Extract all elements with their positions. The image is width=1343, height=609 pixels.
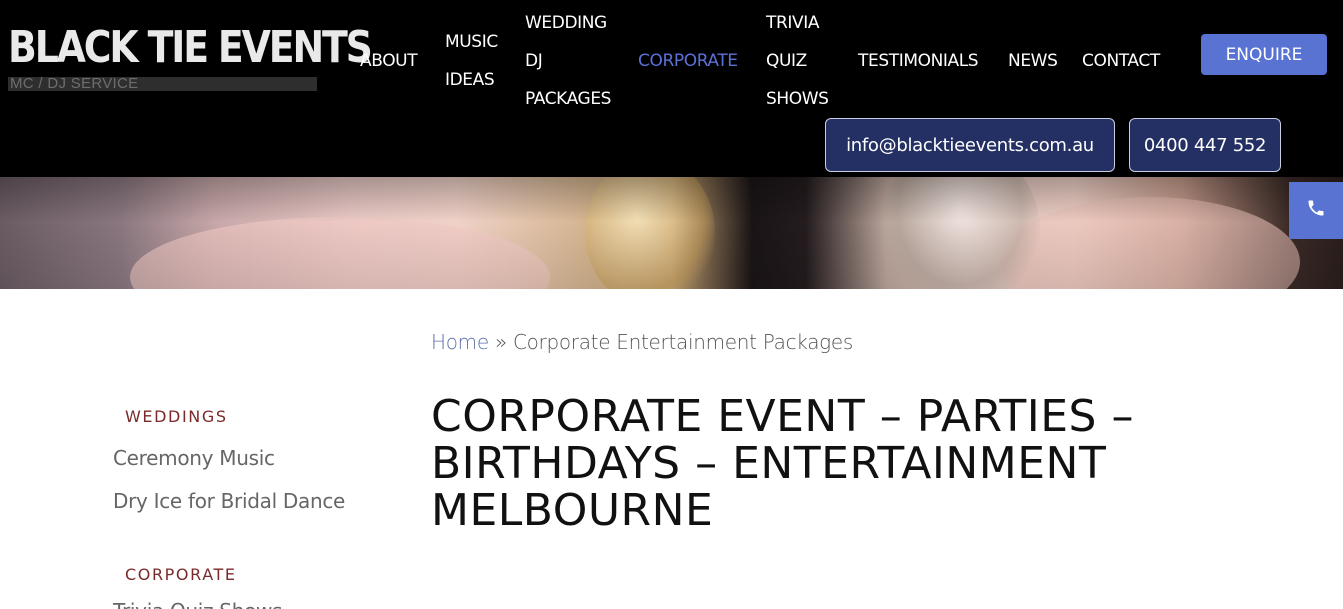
- nav-wedding-line1: WEDDING: [525, 13, 607, 33]
- hero-banner-image: [0, 177, 1343, 289]
- page-title: CORPORATE EVENT – PARTIES – BIRTHDAYS – …: [431, 391, 1134, 536]
- phone-icon: [1306, 198, 1326, 223]
- sidebar-heading-weddings: WEDDINGS: [125, 407, 228, 426]
- email-button[interactable]: info@blacktieevents.com.au: [825, 118, 1115, 172]
- nav-music-ideas-line1: MUSIC: [445, 32, 498, 52]
- nav-trivia-line3: SHOWS: [766, 89, 829, 109]
- breadcrumb-current: Corporate Entertainment Packages: [512, 330, 853, 354]
- sidebar-link-dry-ice[interactable]: Dry Ice for Bridal Dance: [113, 489, 345, 513]
- enquire-button[interactable]: ENQUIRE: [1201, 34, 1327, 75]
- site-header: BLACK TIE EVENTS MC / DJ SERVICE ABOUT M…: [0, 0, 1343, 177]
- logo-title: BLACK TIE EVENTS: [8, 22, 373, 73]
- nav-contact[interactable]: CONTACT: [1082, 42, 1160, 80]
- floating-phone-button[interactable]: [1289, 182, 1343, 239]
- nav-news[interactable]: NEWS: [1008, 42, 1058, 80]
- nav-about[interactable]: ABOUT: [360, 42, 418, 80]
- nav-wedding-line2: DJ: [525, 51, 543, 71]
- breadcrumb-separator: »: [494, 330, 507, 354]
- logo-subtitle: MC / DJ SERVICE: [10, 75, 139, 92]
- nav-testimonials[interactable]: TESTIMONIALS: [858, 42, 979, 80]
- nav-wedding-dj-packages[interactable]: WEDDING DJ PACKAGES: [525, 4, 611, 118]
- breadcrumb: Home » Corporate Entertainment Packages: [431, 330, 853, 354]
- nav-wedding-line3: PACKAGES: [525, 89, 612, 109]
- nav-music-ideas[interactable]: MUSIC IDEAS: [445, 23, 498, 99]
- phone-number-button[interactable]: 0400 447 552: [1129, 118, 1281, 172]
- sidebar-link-ceremony-music[interactable]: Ceremony Music: [113, 446, 275, 470]
- breadcrumb-home-link[interactable]: Home: [431, 330, 489, 354]
- site-logo[interactable]: BLACK TIE EVENTS MC / DJ SERVICE: [8, 24, 373, 94]
- sidebar-link-trivia-quiz-shows[interactable]: Trivia Quiz Shows: [113, 599, 282, 609]
- nav-trivia-line2: QUIZ: [766, 51, 807, 71]
- hero-shade: [0, 177, 1343, 289]
- nav-trivia-line1: TRIVIA: [766, 13, 820, 33]
- nav-trivia-quiz-shows[interactable]: TRIVIA QUIZ SHOWS: [766, 4, 829, 118]
- sidebar-heading-corporate: CORPORATE: [125, 565, 237, 584]
- nav-music-ideas-line2: IDEAS: [445, 70, 495, 90]
- nav-corporate[interactable]: CORPORATE: [638, 42, 738, 80]
